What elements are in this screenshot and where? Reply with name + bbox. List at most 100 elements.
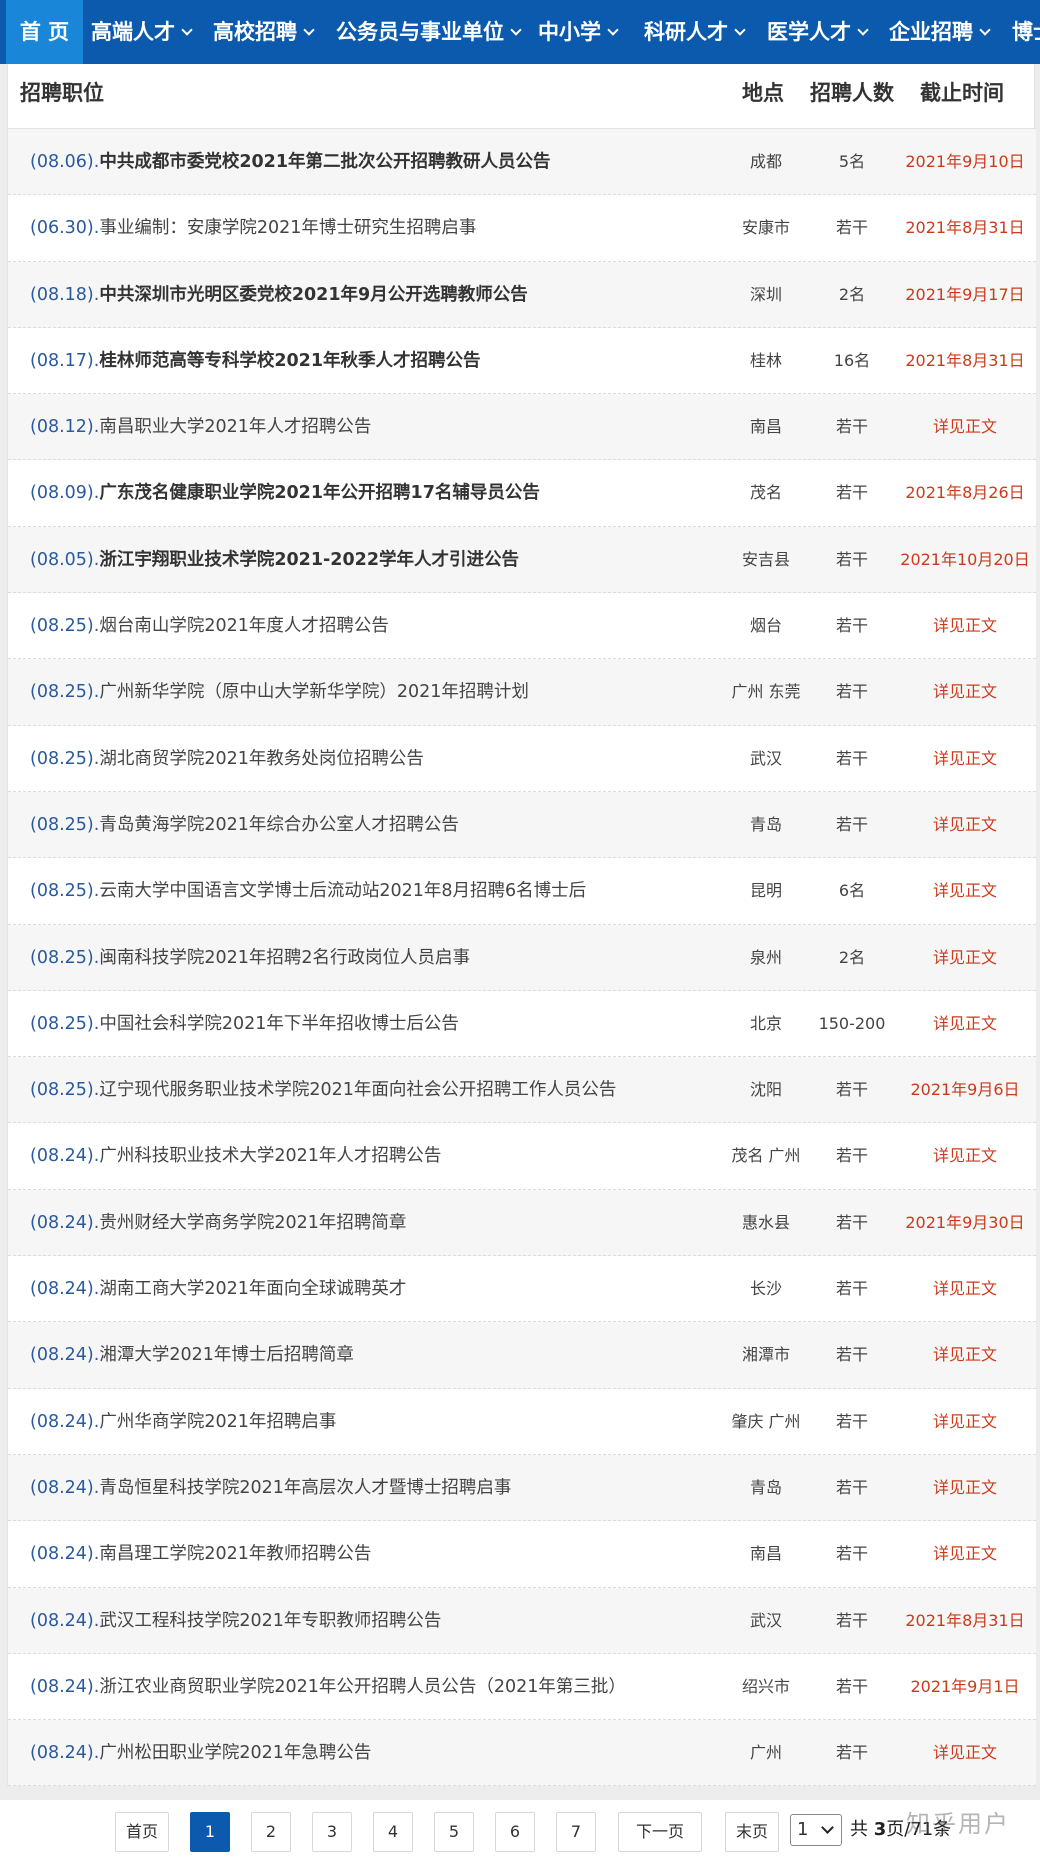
job-title-link[interactable]: (08.24).广州华商学院2021年招聘启事 bbox=[30, 1389, 730, 1455]
job-title: 广州华商学院2021年招聘启事 bbox=[99, 1411, 337, 1432]
job-deadline: 2021年10月20日 bbox=[900, 549, 1030, 569]
nav-item-high-end-talent[interactable]: 高端人才 bbox=[91, 0, 193, 64]
last-page-button[interactable]: 末页 bbox=[725, 1812, 779, 1852]
job-title-link[interactable]: (08.25).广州新华学院（原中山大学新华学院）2021年招聘计划 bbox=[30, 659, 730, 725]
table-header: 招聘职位 地点 招聘人数 截止时间 bbox=[8, 64, 1036, 129]
job-deadline: 详见正文 bbox=[932, 947, 997, 967]
nav-item-enterprise[interactable]: 企业招聘 bbox=[889, 0, 991, 64]
pagination: 首页 1 2 3 4 5 6 7 下一页 末页 1 共 3页/71条 bbox=[0, 1800, 1040, 1863]
total-pages: 3 bbox=[873, 1819, 887, 1840]
job-title-link[interactable]: (08.06).中共成都市委党校2021年第二批次公开招聘教研人员公告 bbox=[30, 129, 730, 195]
table-row: (08.25).闽南科技学院2021年招聘2名行政岗位人员启事 泉州 2名 详见正文 bbox=[8, 924, 1036, 991]
job-count: 150-200 bbox=[818, 1013, 886, 1033]
job-deadline: 详见正文 bbox=[932, 748, 997, 768]
job-title: 浙江农业商贸职业学院2021年公开招聘人员公告（2021年第三批） bbox=[99, 1676, 626, 1697]
job-title: 广州新华学院（原中山大学新华学院）2021年招聘计划 bbox=[99, 682, 529, 703]
nav-item-home[interactable]: 首 页 bbox=[6, 0, 83, 64]
next-page-button[interactable]: 下一页 bbox=[618, 1812, 702, 1852]
page-button-current[interactable]: 1 bbox=[190, 1812, 230, 1852]
job-deadline: 详见正文 bbox=[932, 682, 997, 702]
nav-item-doctorate[interactable]: 博士 bbox=[1012, 0, 1040, 64]
job-deadline: 2021年8月31日 bbox=[905, 350, 1025, 370]
job-title-link[interactable]: (08.24).浙江农业商贸职业学院2021年公开招聘人员公告（2021年第三批… bbox=[30, 1654, 730, 1720]
chevron-down-icon bbox=[821, 1821, 834, 1834]
table-row: (08.24).浙江农业商贸职业学院2021年公开招聘人员公告（2021年第三批… bbox=[8, 1653, 1036, 1721]
job-location: 深圳 bbox=[749, 284, 782, 304]
table-row: (08.24).广州松田职业学院2021年急聘公告 广州 若干 详见正文 bbox=[8, 1720, 1036, 1787]
post-date: (08.25). bbox=[30, 814, 100, 835]
post-date: (08.25). bbox=[30, 947, 100, 968]
chevron-down-icon bbox=[979, 24, 991, 36]
job-location: 肇庆 广州 bbox=[731, 1411, 801, 1431]
job-deadline: 详见正文 bbox=[932, 1345, 997, 1365]
job-title: 广州科技职业技术大学2021年人才招聘公告 bbox=[99, 1146, 442, 1167]
column-header-deadline: 截止时间 bbox=[920, 81, 1004, 105]
job-deadline: 详见正文 bbox=[932, 1146, 997, 1166]
job-deadline: 详见正文 bbox=[932, 417, 997, 437]
table-row: (08.24).青岛恒星科技学院2021年高层次人才暨博士招聘启事 青岛 若干 详见正… bbox=[8, 1454, 1036, 1522]
job-title-link[interactable]: (08.25).湖北商贸学院2021年教务处岗位招聘公告 bbox=[30, 726, 730, 792]
post-date: (08.09). bbox=[30, 483, 100, 504]
job-title: 烟台南山学院2021年度人才招聘公告 bbox=[99, 616, 389, 637]
job-location: 广州 东莞 bbox=[731, 682, 801, 702]
job-location: 广州 bbox=[749, 1743, 782, 1763]
job-title-link[interactable]: (08.25).烟台南山学院2021年度人才招聘公告 bbox=[30, 593, 730, 659]
post-date: (08.24). bbox=[30, 1411, 100, 1432]
job-deadline: 2021年9月6日 bbox=[910, 1080, 1020, 1100]
nav-item-university-recruitment[interactable]: 高校招聘 bbox=[213, 0, 315, 64]
job-location: 成都 bbox=[749, 152, 782, 171]
job-title-link[interactable]: (08.24).广州松田职业学院2021年急聘公告 bbox=[30, 1720, 730, 1786]
job-title-link[interactable]: (08.25).中国社会科学院2021年下半年招收博士后公告 bbox=[30, 991, 730, 1057]
job-title-link[interactable]: (08.24).南昌理工学院2021年教师招聘公告 bbox=[30, 1521, 730, 1587]
page-button[interactable]: 6 bbox=[495, 1812, 535, 1852]
job-title-link[interactable]: (08.12).南昌职业大学2021年人才招聘公告 bbox=[30, 394, 730, 460]
chevron-down-icon bbox=[303, 24, 315, 36]
job-title-link[interactable]: (08.24).武汉工程科技学院2021年专职教师招聘公告 bbox=[30, 1588, 730, 1654]
job-title-link[interactable]: (08.25).闽南科技学院2021年招聘2名行政岗位人员启事 bbox=[30, 925, 730, 991]
job-title-link[interactable]: (08.24).贵州财经大学商务学院2021年招聘简章 bbox=[30, 1190, 730, 1256]
job-title-link[interactable]: (08.05).浙江宇翔职业技术学院2021-2022学年人才引进公告 bbox=[30, 527, 730, 593]
post-date: (08.12). bbox=[30, 417, 100, 438]
job-title: 南昌理工学院2021年教师招聘公告 bbox=[99, 1544, 372, 1565]
table-row: (08.25).云南大学中国语言文学博士后流动站2021年8月招聘6名博士后 昆明… bbox=[8, 858, 1036, 925]
job-title-link[interactable]: (08.24).广州科技职业技术大学2021年人才招聘公告 bbox=[30, 1123, 730, 1189]
job-count: 若干 bbox=[835, 682, 868, 702]
job-title-link[interactable]: (08.25).云南大学中国语言文学博士后流动站2021年8月招聘6名博士后 bbox=[30, 858, 730, 924]
job-location: 青岛 bbox=[749, 814, 782, 834]
job-title: 贵州财经大学商务学院2021年招聘简章 bbox=[99, 1212, 407, 1233]
job-title-link[interactable]: (08.09).广东茂名健康职业学院2021年公开招聘17名辅导员公告 bbox=[30, 460, 730, 526]
job-title-link[interactable]: (08.17).桂林师范高等专科学校2021年秋季人才招聘公告 bbox=[30, 328, 730, 394]
job-title-link[interactable]: (08.25).青岛黄海学院2021年综合办公室人才招聘公告 bbox=[30, 792, 730, 858]
job-location: 武汉 bbox=[749, 1610, 782, 1630]
job-title-link[interactable]: (08.24).湘潭大学2021年博士后招聘简章 bbox=[30, 1322, 730, 1388]
job-count: 2名 bbox=[838, 284, 866, 304]
job-title: 事业编制：安康学院2021年博士研究生招聘启事 bbox=[99, 218, 477, 239]
job-count: 若干 bbox=[835, 748, 868, 768]
table-row: (08.25).烟台南山学院2021年度人才招聘公告 烟台 若干 详见正文 bbox=[8, 593, 1036, 660]
job-count: 5名 bbox=[838, 152, 866, 171]
job-count: 若干 bbox=[835, 218, 868, 238]
nav-item-civil-service[interactable]: 公务员与事业单位 bbox=[336, 0, 522, 64]
page-button[interactable]: 5 bbox=[434, 1812, 474, 1852]
nav-item-medical-talent[interactable]: 医学人才 bbox=[767, 0, 869, 64]
page-button[interactable]: 4 bbox=[373, 1812, 413, 1852]
page-button[interactable]: 7 bbox=[556, 1812, 596, 1852]
page-button[interactable]: 2 bbox=[251, 1812, 291, 1852]
nav-item-research-talent[interactable]: 科研人才 bbox=[644, 0, 746, 64]
job-title-link[interactable]: (06.30).事业编制：安康学院2021年博士研究生招聘启事 bbox=[30, 195, 730, 261]
post-date: (06.30). bbox=[30, 218, 100, 239]
job-title-link[interactable]: (08.24).青岛恒星科技学院2021年高层次人才暨博士招聘启事 bbox=[30, 1455, 730, 1521]
nav-item-primary-secondary[interactable]: 中小学 bbox=[538, 0, 619, 64]
job-title: 云南大学中国语言文学博士后流动站2021年8月招聘6名博士后 bbox=[99, 881, 587, 902]
first-page-button[interactable]: 首页 bbox=[115, 1812, 169, 1852]
nav-item-label: 高端人才 bbox=[91, 20, 175, 44]
job-title-link[interactable]: (08.24).湖南工商大学2021年面向全球诚聘英才 bbox=[30, 1256, 730, 1322]
job-title-link[interactable]: (08.18).中共深圳市光明区委党校2021年9月公开选聘教师公告 bbox=[30, 262, 730, 328]
page-select[interactable]: 1 bbox=[790, 1814, 842, 1846]
table-row: (08.24).湘潭大学2021年博士后招聘简章 湘潭市 若干 详见正文 bbox=[8, 1322, 1036, 1389]
job-deadline: 2021年8月31日 bbox=[905, 1610, 1025, 1630]
job-deadline: 详见正文 bbox=[932, 1477, 997, 1497]
job-title-link[interactable]: (08.25).辽宁现代服务职业技术学院2021年面向社会公开招聘工作人员公告 bbox=[30, 1057, 730, 1123]
job-count: 若干 bbox=[835, 1212, 868, 1232]
page-button[interactable]: 3 bbox=[312, 1812, 352, 1852]
